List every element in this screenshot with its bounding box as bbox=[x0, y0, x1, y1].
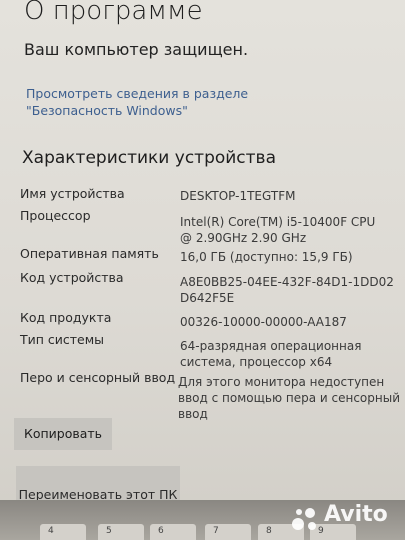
spec-value: Intel(R) Core(TM) i5-10400F CPU @ 2.90GH… bbox=[180, 215, 376, 245]
spec-label: Оперативная память bbox=[20, 246, 159, 261]
spec-value: 16,0 ГБ (доступно: 15,9 ГБ) bbox=[180, 250, 353, 264]
spec-value: Для этого монитора недоступен ввод с пом… bbox=[178, 375, 401, 421]
keyboard-key: 5 bbox=[98, 524, 144, 540]
keyboard-key: 7 bbox=[205, 524, 251, 540]
spec-label: Код продукта bbox=[20, 310, 112, 325]
windows-security-link[interactable]: Просмотреть сведения в разделе "Безопасн… bbox=[26, 85, 346, 119]
keyboard-key: 6 bbox=[150, 524, 196, 540]
avito-watermark-text: Avito bbox=[324, 502, 388, 527]
spec-label: Перо и сенсорный ввод bbox=[20, 370, 176, 385]
device-specs-heading: Характеристики устройства bbox=[22, 148, 276, 168]
spec-label: Имя устройства bbox=[20, 186, 125, 201]
spec-label: Код устройства bbox=[20, 270, 124, 285]
rename-pc-button[interactable]: Переименовать этот ПК bbox=[16, 466, 180, 500]
page-title: О программе bbox=[24, 0, 203, 26]
spec-value: DESKTOP-1TEGTFM bbox=[180, 189, 296, 203]
keyboard-key: 4 bbox=[40, 524, 86, 540]
spec-label: Тип системы bbox=[20, 332, 105, 347]
about-settings-page: О программе Ваш компьютер защищен. Просм… bbox=[0, 0, 405, 500]
spec-label: Процессор bbox=[20, 208, 91, 223]
spec-value: 00326-10000-00000-AA187 bbox=[180, 315, 347, 329]
spec-value: 64-разрядная операционная система, проце… bbox=[180, 339, 362, 369]
spec-value: A8E0BB25-04EE-432F-84D1-1DD02D642F5E bbox=[180, 275, 394, 305]
avito-logo-icon bbox=[292, 508, 316, 530]
copy-button[interactable]: Копировать bbox=[14, 418, 112, 450]
rename-pc-label: Переименовать этот ПК bbox=[18, 487, 178, 500]
protection-status-text: Ваш компьютер защищен. bbox=[24, 40, 249, 59]
avito-watermark: Avito bbox=[290, 500, 400, 534]
